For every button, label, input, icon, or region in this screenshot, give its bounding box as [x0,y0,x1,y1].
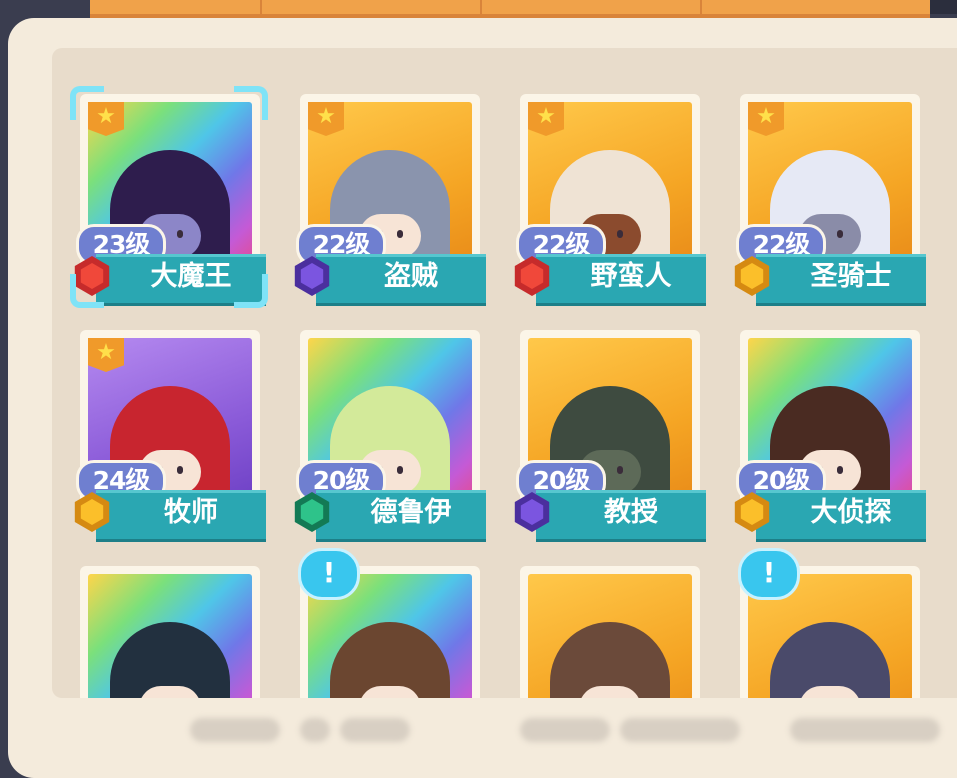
hero-name: 教授 [604,497,658,528]
hero-roster-panel: 23级大魔王22级盗贼22级野蛮人22级圣骑士 24级牧师20级德鲁伊20级教授2… [8,18,957,778]
notice-icon[interactable]: ! [298,548,360,600]
hero-name: 牧师 [164,497,218,528]
banner-divider [480,0,482,14]
badge-inner [520,499,544,525]
eye-icon [617,230,623,238]
badge-inner [300,263,324,289]
hero-card[interactable]: 20级 德鲁伊 [292,324,488,544]
selection-corner [70,274,104,308]
selection-corner [70,86,104,120]
blurred-footer [190,712,950,742]
badge-inner [740,499,764,525]
badge-inner [520,263,544,289]
hero-card[interactable]: 24级牧师 [72,324,268,544]
eye-icon [177,466,183,474]
hero-card[interactable]: 20级 教授 [512,324,708,544]
eye-icon [397,230,403,238]
hero-card[interactable]: ! [732,548,928,698]
top-banner [90,0,930,18]
banner-divider [260,0,262,14]
selection-corner [234,86,268,120]
hero-name: 野蛮人 [590,261,672,292]
hero-name: 圣骑士 [810,261,892,292]
star-icon [308,102,344,136]
hero-grid: 23级大魔王22级盗贼22级野蛮人22级圣骑士 24级牧师20级德鲁伊20级教授2… [52,48,957,698]
eye-icon [837,230,843,238]
star-icon [88,338,124,372]
hero-portrait [528,574,692,698]
hero-card[interactable]: 22级野蛮人 [512,88,708,308]
notice-icon[interactable]: ! [738,548,800,600]
hero-card[interactable]: 20级 大侦探 [732,324,928,544]
hero-card[interactable] [512,560,708,698]
hero-card[interactable]: 22级盗贼 [292,88,488,308]
hero-card[interactable]: 23级大魔王 [70,86,268,308]
badge-inner [740,263,764,289]
hero-portrait [88,574,252,698]
hero-name: 盗贼 [384,261,438,292]
eye-icon [837,466,843,474]
star-icon [528,102,564,136]
hero-name: 德鲁伊 [370,497,452,528]
hero-card[interactable]: 22级圣骑士 [732,88,928,308]
eye-icon [397,466,403,474]
hero-card[interactable] [72,560,268,698]
hero-name: 大侦探 [810,497,892,528]
star-icon [748,102,784,136]
hero-card[interactable]: ! [292,548,488,698]
selection-corner [234,274,268,308]
badge-inner [300,499,324,525]
top-right-corner [930,0,957,14]
banner-divider [700,0,702,14]
eye-icon [617,466,623,474]
eye-icon [177,230,183,238]
badge-inner [80,499,104,525]
